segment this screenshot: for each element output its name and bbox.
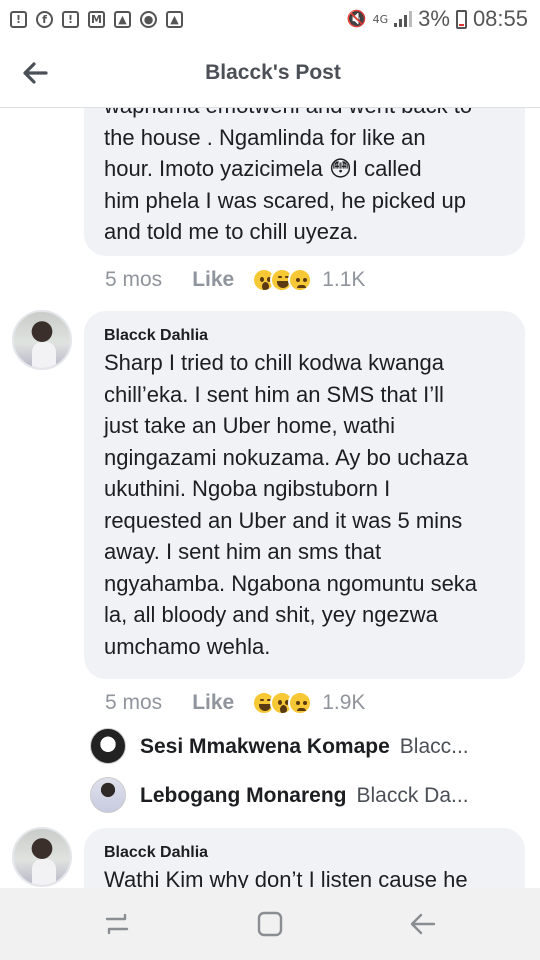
battery-icon (455, 9, 467, 29)
reaction-count[interactable]: 1.9K (322, 691, 365, 715)
comment-author[interactable]: Blacck Dahlia (104, 844, 509, 862)
home-button[interactable] (240, 894, 300, 954)
comment-text: Wathi Kim why don’t I listen cause he (104, 867, 468, 888)
battery-percent: 3% (418, 6, 450, 31)
reply-avatar[interactable] (90, 728, 126, 764)
avatar[interactable] (12, 827, 72, 887)
clock: 08:55 (472, 6, 528, 31)
sad-reaction-icon (288, 268, 313, 292)
sad-reaction-icon (288, 691, 313, 715)
like-button[interactable]: Like (192, 691, 234, 715)
mute-icon: 🔇 (346, 11, 367, 28)
network-type: 4G (372, 12, 389, 26)
comment-bubble: Blacck Dahlia Sharp I tried to chill kod… (84, 311, 525, 679)
comment-time: 5 mos (105, 268, 163, 291)
comment-bubble: Blacck Dahlia Wathi Kim why don’t I list… (84, 828, 525, 888)
comment-bubble: waphuma emotweni and went back to the ho… (84, 108, 525, 256)
comment-meta: 5 mos Like 1.1K (105, 268, 365, 292)
system-back-button[interactable] (393, 894, 453, 954)
system-status: 🔇 4G 3% 08:55 (347, 6, 528, 32)
reactions-summary[interactable] (252, 268, 313, 292)
back-button[interactable] (20, 58, 50, 88)
gallery-icon: ▲ (166, 10, 183, 28)
whatsapp-icon: ! (10, 10, 27, 28)
vpn-icon: ● (140, 10, 157, 28)
reply-author: Sesi Mmakwena Komape (140, 735, 390, 758)
facebook-icon: f (36, 10, 53, 28)
signal-icon (394, 11, 413, 27)
comment-text: waphuma emotweni and went back to the ho… (104, 108, 472, 244)
recent-apps-icon (105, 913, 128, 935)
reply-preview[interactable]: Lebogang Monareng Blacck Da... (140, 784, 469, 808)
navigation-bar (0, 888, 540, 960)
reactions-summary[interactable] (252, 691, 313, 715)
home-icon (257, 911, 283, 937)
gmail-icon: M (88, 10, 105, 28)
comment-author[interactable]: Blacck Dahlia (104, 327, 509, 345)
arrow-left-icon (23, 62, 48, 84)
reply-preview[interactable]: Sesi Mmakwena Komape Blacc... (140, 735, 469, 759)
comment-text: Sharp I tried to chill kodwa kwanga chil… (104, 350, 478, 659)
status-bar: ! f ! M ▲ ● ▲ 🔇 4G 3% 08:55 (0, 0, 540, 38)
app-header: Blacck's Post (0, 38, 540, 108)
comments-feed[interactable]: waphuma emotweni and went back to the ho… (0, 108, 540, 888)
like-button[interactable]: Like (192, 268, 234, 292)
reply-avatar[interactable] (90, 777, 126, 813)
reply-author: Lebogang Monareng (140, 784, 347, 807)
comment-time: 5 mos (105, 691, 163, 714)
reply-snippet: Blacck Da... (356, 784, 469, 807)
recent-apps-button[interactable] (87, 894, 147, 954)
photo-icon: ▲ (114, 10, 131, 28)
page-title: Blacck's Post (205, 60, 341, 84)
comment-meta: 5 mos Like 1.9K (105, 691, 365, 715)
reaction-count[interactable]: 1.1K (322, 268, 365, 292)
avatar[interactable] (12, 310, 72, 370)
notification-icons: ! f ! M ▲ ● ▲ (10, 10, 183, 28)
reply-snippet: Blacc... (399, 735, 469, 758)
alert-icon: ! (62, 10, 79, 28)
back-icon (411, 913, 436, 935)
